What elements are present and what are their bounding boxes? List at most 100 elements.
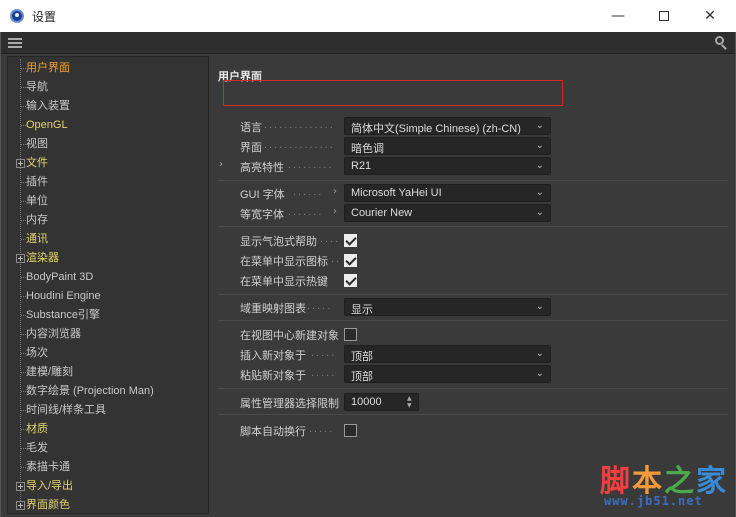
sidebar-item-label: OpenGL — [21, 116, 68, 135]
sidebar-item[interactable]: 插件 — [8, 173, 208, 192]
expand-plus-icon[interactable] — [16, 482, 25, 491]
sidebar-item[interactable]: OpenGL — [8, 116, 208, 135]
sidebar-item-label: 素描卡通 — [21, 458, 70, 477]
gui-font-row: GUI 字体 ...... › Microsoft YaHei UI ⌄ — [213, 183, 735, 203]
cinema4d-app-icon — [10, 9, 24, 23]
attr-limit-value: 10000 — [351, 396, 382, 408]
sidebar-item[interactable]: Houdini Engine — [8, 287, 208, 306]
sidebar-item-label: 场次 — [21, 344, 48, 363]
settings-content: 用户界面 语言 .............. 简体中文(Simple Chine… — [213, 56, 735, 514]
sidebar-item[interactable]: 建模/雕刻 — [8, 363, 208, 382]
minimize-button[interactable]: — — [596, 4, 640, 28]
script-wrap-label: 脚本自动换行 — [240, 426, 306, 438]
divider — [218, 180, 728, 181]
menu-hotkeys-checkbox[interactable] — [344, 274, 357, 287]
sidebar-item[interactable]: 数字绘景 (Projection Man) — [8, 382, 208, 401]
highlight-label: 高亮特性 — [240, 162, 284, 174]
scheme-row: 界面 .............. 暗色调 ⌄ — [213, 136, 735, 156]
sidebar-item-label: 输入装置 — [21, 97, 70, 116]
sidebar-item[interactable]: 视图 — [8, 135, 208, 154]
sidebar-item[interactable]: 内容浏览器 — [8, 325, 208, 344]
insert-new-row: 插入新对象于 ..... 顶部 ⌄ — [213, 344, 735, 364]
divider — [218, 294, 728, 295]
language-dropdown[interactable]: 简体中文(Simple Chinese) (zh-CN) ⌄ — [344, 117, 551, 135]
maximize-button[interactable] — [642, 4, 686, 28]
field-icons-label: 域重映射图表 — [240, 303, 306, 315]
bubble-help-label: 显示气泡式帮助 — [240, 236, 317, 248]
sidebar-item[interactable]: 导入/导出 — [8, 477, 208, 496]
chevron-down-icon: ⌄ — [535, 187, 544, 198]
chevron-right-icon: › — [333, 186, 337, 197]
site-watermark: 脚本之家 www.jb51.net — [600, 456, 726, 510]
insert-new-dropdown[interactable]: 顶部 ⌄ — [344, 345, 551, 363]
sidebar-item[interactable]: 文件 — [8, 154, 208, 173]
gui-font-label: GUI 字体 — [240, 189, 285, 201]
sidebar-item-label: Houdini Engine — [21, 287, 101, 306]
field-icons-row: 域重映射图表 ..... 显示 ⌄ — [213, 297, 735, 317]
paste-new-label: 粘贴新对象于 — [240, 370, 306, 382]
chevron-right-icon: › — [333, 206, 337, 217]
toolbar — [1, 32, 735, 54]
mono-font-dropdown[interactable]: Courier New ⌄ — [344, 204, 551, 222]
sidebar-item-label: 插件 — [21, 173, 48, 192]
divider — [218, 226, 728, 227]
sidebar-item[interactable]: 界面颜色 — [8, 496, 208, 515]
sidebar-item[interactable]: 输入装置 — [8, 97, 208, 116]
divider — [218, 320, 728, 321]
expand-plus-icon[interactable] — [16, 501, 25, 510]
sidebar-item[interactable]: 材质 — [8, 420, 208, 439]
highlight-dropdown[interactable]: R21 ⌄ — [344, 157, 551, 175]
chevron-down-icon: ⌄ — [535, 301, 544, 312]
sidebar-item-label: 时间线/样条工具 — [20, 401, 106, 420]
sidebar-item[interactable]: 导航 — [8, 78, 208, 97]
menu-hotkeys-row: 在菜单中显示热键 — [213, 270, 735, 290]
scheme-dropdown[interactable]: 暗色调 ⌄ — [344, 137, 551, 155]
mono-font-row: 等宽字体 ....... › Courier New ⌄ — [213, 203, 735, 223]
scheme-label: 界面 — [240, 142, 262, 154]
sidebar-item[interactable]: 渲染器 — [8, 249, 208, 268]
attr-limit-row: 属性管理器选择限制 10000 ▲ ▼ — [213, 392, 735, 412]
menu-icons-checkbox[interactable] — [344, 254, 357, 267]
expand-plus-icon[interactable] — [16, 254, 25, 263]
close-button[interactable]: ✕ — [688, 4, 732, 28]
hamburger-menu-icon[interactable] — [8, 38, 22, 48]
divider — [218, 414, 728, 415]
sidebar-item-label: 渲染器 — [26, 252, 59, 264]
field-icons-dropdown[interactable]: 显示 ⌄ — [344, 298, 551, 316]
search-icon[interactable] — [715, 36, 727, 50]
sidebar-item[interactable]: 内存 — [8, 211, 208, 230]
stepper-arrows-icon[interactable]: ▲ ▼ — [407, 395, 415, 409]
script-wrap-checkbox[interactable] — [344, 424, 357, 437]
field-icons-value: 显示 — [351, 304, 373, 316]
sidebar-item-label: 界面颜色 — [26, 499, 70, 511]
sidebar-item[interactable]: 毛发 — [8, 439, 208, 458]
chevron-down-icon: ⌄ — [535, 348, 544, 359]
expand-arrow-icon[interactable]: › — [219, 159, 223, 170]
sidebar-item-label: Substance引擎 — [21, 306, 100, 325]
gui-font-dropdown[interactable]: Microsoft YaHei UI ⌄ — [344, 184, 551, 202]
title-bar: 设置 — ✕ — [0, 0, 736, 32]
sidebar-item[interactable]: Substance引擎 — [8, 306, 208, 325]
insert-new-value: 顶部 — [351, 351, 373, 363]
sidebar-item[interactable]: 素描卡通 — [8, 458, 208, 477]
expand-plus-icon[interactable] — [16, 159, 25, 168]
sidebar-item[interactable]: 单位 — [8, 192, 208, 211]
window-title: 设置 — [32, 10, 57, 24]
close-icon: ✕ — [704, 8, 716, 24]
new-object-center-checkbox[interactable] — [344, 328, 357, 341]
sidebar-item[interactable]: 用户界面 — [8, 59, 208, 78]
sidebar-item-label: 建模/雕刻 — [20, 363, 73, 382]
sidebar-item[interactable]: 场次 — [8, 344, 208, 363]
sidebar-item[interactable]: 通讯 — [8, 230, 208, 249]
bubble-help-checkbox[interactable] — [344, 234, 357, 247]
sidebar-item-label: 文件 — [26, 157, 48, 169]
settings-panel: 用户界面 导航 输入装置 OpenGL 视图文件插件 单位 内存 通讯渲染器 BodyPaint… — [0, 32, 736, 517]
sidebar-item[interactable]: 时间线/样条工具 — [8, 401, 208, 420]
attr-limit-spinner[interactable]: 10000 ▲ ▼ — [344, 393, 419, 411]
sidebar-item[interactable]: BodyPaint 3D — [8, 268, 208, 287]
highlight-value: R21 — [351, 160, 372, 172]
sidebar-item-label: 数字绘景 (Projection Man) — [21, 382, 154, 401]
attr-limit-label: 属性管理器选择限制 — [240, 398, 339, 410]
paste-new-dropdown[interactable]: 顶部 ⌄ — [344, 365, 551, 383]
scheme-value: 暗色调 — [351, 143, 384, 155]
